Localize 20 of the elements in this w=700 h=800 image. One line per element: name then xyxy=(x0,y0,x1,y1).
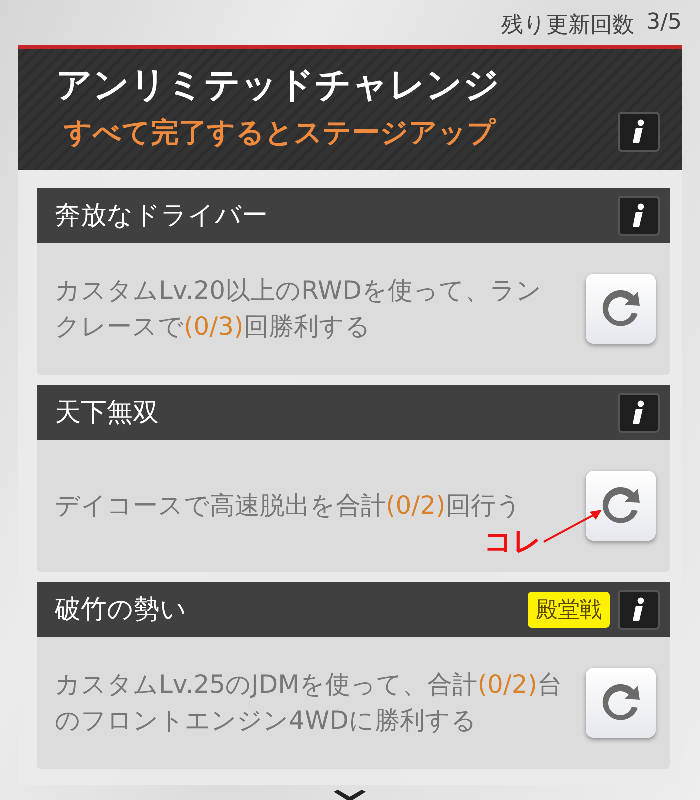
info-button[interactable] xyxy=(618,112,660,152)
refresh-button[interactable] xyxy=(586,274,656,344)
mission-title: 破竹の勢い xyxy=(55,594,188,627)
info-button[interactable] xyxy=(618,392,660,432)
refresh-button[interactable] xyxy=(586,471,656,541)
panel-subtitle: すべて完了するとステージアップ xyxy=(64,115,498,151)
chevron-icon[interactable] xyxy=(332,790,368,800)
refresh-count-value: 3/5 xyxy=(646,10,682,37)
annotation-text: コレ xyxy=(484,524,542,560)
info-button[interactable] xyxy=(618,590,660,630)
refresh-button[interactable] xyxy=(586,668,656,738)
mission-description: カスタムLv.25のJDMを使って、合計(0/2)台のフロントエンジン4WDに勝利する xyxy=(55,669,564,737)
mission-title: 奔放なドライバー xyxy=(55,200,269,233)
info-button[interactable] xyxy=(618,196,660,236)
refresh-count-label: 残り更新回数 xyxy=(502,12,635,40)
panel-title: アンリミテッドチャレンジ xyxy=(56,64,500,108)
mission-description: デイコースで高速脱出を合計(0/2)回行う xyxy=(55,490,523,522)
mission-description: カスタムLv.20以上のRWDを使って、ランクレースで(0/3)回勝利する xyxy=(55,275,543,343)
mission-title: 天下無双 xyxy=(55,397,160,430)
mission-badge: 殿堂戦 xyxy=(528,592,610,628)
